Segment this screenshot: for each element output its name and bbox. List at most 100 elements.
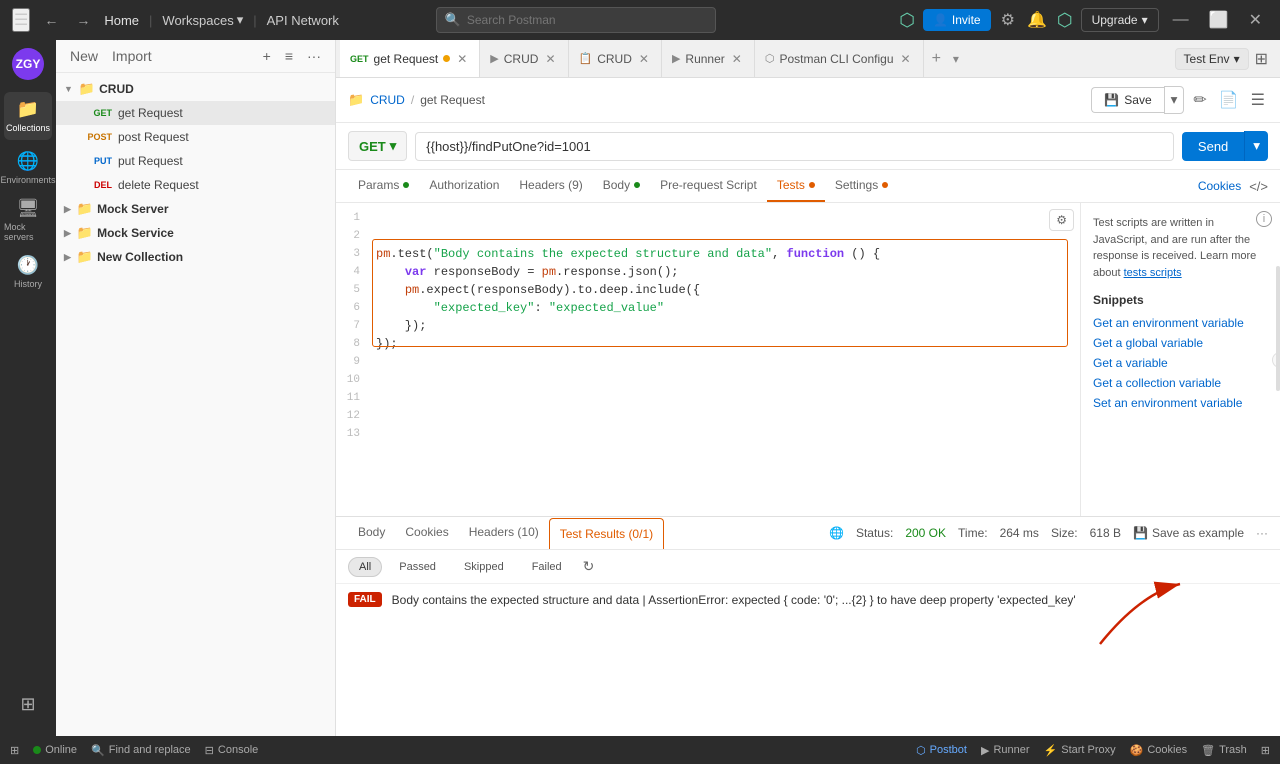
filter-icon[interactable]: ≡ <box>281 46 297 66</box>
filter-skipped-button[interactable]: Skipped <box>453 557 515 577</box>
resp-tab-headers[interactable]: Headers (10) <box>459 517 549 549</box>
send-dropdown-button[interactable]: ▾ <box>1244 131 1268 161</box>
snippet-get-env-var[interactable]: Get an environment variable <box>1093 313 1268 333</box>
layout-toggle[interactable]: ⊞ <box>10 744 19 757</box>
minimize-button[interactable]: — <box>1167 11 1195 29</box>
settings-icon[interactable]: ⚙ <box>999 8 1017 32</box>
forward-button[interactable]: → <box>72 10 94 30</box>
tab-body[interactable]: Body <box>593 170 650 202</box>
get-request-item[interactable]: GET get Request <box>56 101 335 125</box>
trash-label: Trash <box>1219 744 1247 756</box>
cookies-status-button[interactable]: 🍪 Cookies <box>1130 744 1187 757</box>
tab-pre-request[interactable]: Pre-request Script <box>650 170 767 202</box>
edit-icon[interactable]: ✏ <box>1190 87 1209 113</box>
sidebar-toggle-icon[interactable]: ☰ <box>1248 87 1268 113</box>
info-icon[interactable]: i <box>1256 211 1272 227</box>
tab-close-crud1[interactable]: ✕ <box>543 52 557 66</box>
add-tab-button[interactable]: + <box>924 50 949 68</box>
resp-tab-test-results[interactable]: Test Results (0/1) <box>549 518 664 549</box>
mock-server-header[interactable]: ▶ 📁 Mock Server <box>56 197 335 221</box>
new-button[interactable]: New <box>66 46 102 66</box>
upgrade-button[interactable]: Upgrade ▾ <box>1081 8 1159 32</box>
snippet-set-env-var[interactable]: Set an environment variable <box>1093 393 1268 413</box>
sidebar-item-history[interactable]: 🕐 History <box>4 248 52 296</box>
runner-status-button[interactable]: ▶ Runner <box>981 744 1030 757</box>
tab-settings[interactable]: Settings <box>825 170 898 202</box>
home-link[interactable]: Home <box>104 13 139 28</box>
tab-get-request[interactable]: GET get Request ✕ <box>340 40 480 77</box>
workspaces-link[interactable]: Workspaces ▾ <box>162 12 243 28</box>
save-as-example-button[interactable]: 💾 Save as example <box>1133 526 1244 540</box>
editor-settings-button[interactable]: ⚙ <box>1049 209 1074 231</box>
new-collection-header[interactable]: ▶ 📁 New Collection <box>56 245 335 269</box>
online-status[interactable]: Online <box>33 744 77 756</box>
crud-collection-header[interactable]: ▼ 📁 CRUD <box>56 77 335 101</box>
send-button[interactable]: Send <box>1182 132 1244 161</box>
start-proxy-button[interactable]: ⚡ Start Proxy <box>1044 744 1116 757</box>
search-bar[interactable]: 🔍 <box>436 7 716 33</box>
resp-tab-body[interactable]: Body <box>348 517 395 549</box>
refresh-button[interactable]: ↻ <box>579 556 599 577</box>
cookies-link[interactable]: Cookies <box>1198 179 1241 193</box>
sidebar-item-collections[interactable]: 📁 Collections <box>4 92 52 140</box>
search-input[interactable] <box>467 13 707 27</box>
tab-postman-cli[interactable]: ⬡ Postman CLI Configu ✕ <box>755 40 924 77</box>
tab-authorization[interactable]: Authorization <box>419 170 509 202</box>
tab-runner[interactable]: ▶ Runner ✕ <box>662 40 755 77</box>
titlebar: ☰ ← → Home | Workspaces ▾ | API Network … <box>0 0 1280 40</box>
expand-button[interactable]: ⊞ <box>1261 744 1270 757</box>
breadcrumb-collection[interactable]: CRUD <box>370 93 405 107</box>
maximize-button[interactable]: ⬜ <box>1203 10 1235 30</box>
trash-button[interactable]: 🗑 Trash <box>1201 744 1247 757</box>
resp-tab-cookies[interactable]: Cookies <box>395 517 458 549</box>
console-button[interactable]: ⊟ Console <box>205 744 259 757</box>
postbot-button[interactable]: ⬡ Postbot <box>916 744 967 757</box>
filter-all-button[interactable]: All <box>348 557 382 577</box>
add-collection-icon[interactable]: + <box>259 46 275 66</box>
snippet-get-variable[interactable]: Get a variable <box>1093 353 1268 373</box>
tab-close-cli[interactable]: ✕ <box>899 52 913 66</box>
tab-headers[interactable]: Headers (9) <box>509 170 592 202</box>
docs-icon[interactable]: 📄 <box>1216 87 1242 113</box>
delete-request-item[interactable]: DEL delete Request <box>56 173 335 197</box>
sidebar-item-other[interactable]: ⊞ <box>4 680 52 728</box>
filter-passed-button[interactable]: Passed <box>388 557 447 577</box>
mock-service-header[interactable]: ▶ 📁 Mock Service <box>56 221 335 245</box>
more-options-icon[interactable]: ··· <box>1256 526 1268 540</box>
tab-tests[interactable]: Tests <box>767 170 825 202</box>
tab-overflow-button[interactable]: ▾ <box>949 52 963 66</box>
find-replace-button[interactable]: 🔍 Find and replace <box>91 744 191 757</box>
url-input[interactable] <box>415 132 1174 161</box>
tab-close-crud2[interactable]: ✕ <box>637 52 651 66</box>
snippet-get-collection-var[interactable]: Get a collection variable <box>1093 373 1268 393</box>
filter-failed-button[interactable]: Failed <box>521 557 573 577</box>
save-button[interactable]: 💾 Save <box>1091 87 1163 113</box>
put-request-item[interactable]: PUT put Request <box>56 149 335 173</box>
tab-close-get[interactable]: ✕ <box>455 52 469 66</box>
method-select[interactable]: GET ▾ <box>348 131 407 161</box>
user-avatar[interactable]: ZGY <box>12 48 44 80</box>
code-editor[interactable]: ⚙ 1 2 3 pm.test("Body contains the expec… <box>336 203 1080 516</box>
tab-close-runner[interactable]: ✕ <box>730 52 744 66</box>
code-icon[interactable]: </> <box>1249 179 1268 194</box>
notifications-icon[interactable]: 🔔 <box>1025 8 1049 32</box>
tests-scripts-link[interactable]: tests scripts <box>1124 267 1182 279</box>
tab-crud-2[interactable]: 📋 CRUD ✕ <box>569 40 662 77</box>
sidebar-item-mock-servers[interactable]: 🖥 Mock servers <box>4 196 52 244</box>
post-request-item[interactable]: POST post Request <box>56 125 335 149</box>
menu-icon[interactable]: ☰ <box>12 8 30 32</box>
close-button[interactable]: ✕ <box>1243 10 1268 30</box>
layout-icon[interactable]: ⊞ <box>1255 49 1268 69</box>
snippet-get-global-var[interactable]: Get a global variable <box>1093 333 1268 353</box>
save-dropdown-button[interactable]: ▾ <box>1164 86 1185 114</box>
more-options-icon[interactable]: ··· <box>303 46 325 66</box>
import-button[interactable]: Import <box>108 46 156 66</box>
api-network-link[interactable]: API Network <box>267 13 339 28</box>
back-button[interactable]: ← <box>40 10 62 30</box>
env-selector[interactable]: Test Env ▾ <box>1175 48 1249 70</box>
tab-crud-1[interactable]: ▶ CRUD ✕ <box>480 40 568 77</box>
sidebar-item-environments[interactable]: 🌐 Environments <box>4 144 52 192</box>
invite-button[interactable]: 👤 Invite <box>923 9 991 31</box>
tab-crud-2-label: CRUD <box>597 52 632 66</box>
tab-params[interactable]: Params <box>348 170 419 202</box>
